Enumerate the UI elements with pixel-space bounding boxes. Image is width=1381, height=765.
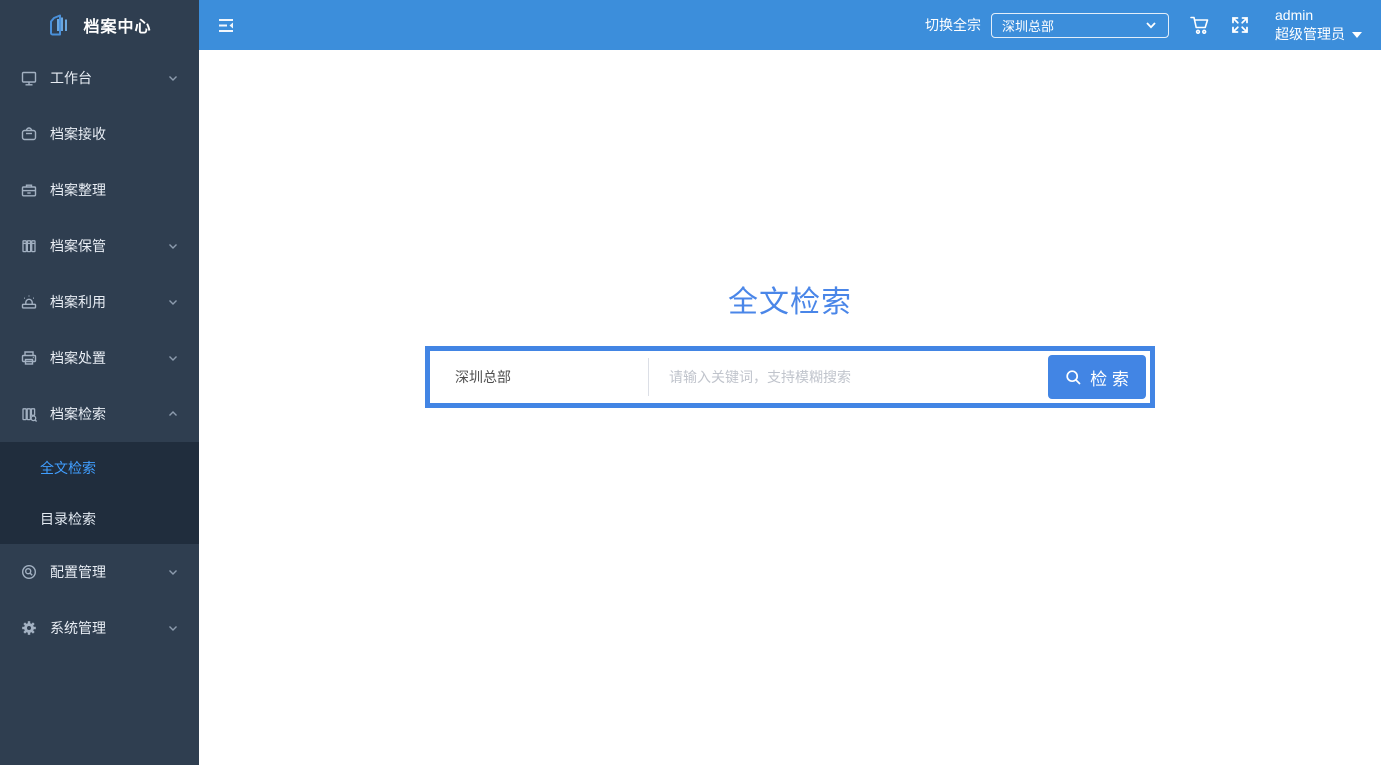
main-content: 全文检索 深圳总部 检 索 xyxy=(199,50,1381,765)
search-icon xyxy=(1065,369,1082,386)
topbar-right: 切换全宗 深圳总部 admin 超级管理员 xyxy=(925,6,1362,44)
sidebar-item-workbench[interactable]: 工作台 xyxy=(0,50,199,106)
sidebar-item-system-management[interactable]: 系统管理 xyxy=(0,600,199,656)
sidebar-item-archive-disposal[interactable]: 档案处置 xyxy=(0,330,199,386)
sidebar-item-label: 档案保管 xyxy=(50,238,106,254)
chevron-down-icon xyxy=(167,72,179,84)
chevron-up-icon xyxy=(167,408,179,420)
chevron-down-icon xyxy=(1144,18,1158,32)
search-input[interactable] xyxy=(649,351,1048,403)
user-menu[interactable]: admin 超级管理员 xyxy=(1275,6,1362,44)
sidebar-item-label: 档案整理 xyxy=(50,182,106,198)
stamp-icon xyxy=(20,293,38,311)
search-button-label: 检 索 xyxy=(1090,369,1129,389)
cart-button[interactable] xyxy=(1187,12,1213,38)
chevron-down-icon xyxy=(167,622,179,634)
sidebar-item-label: 档案接收 xyxy=(50,126,106,142)
chevron-down-icon xyxy=(167,240,179,252)
sidebar-item-label: 档案利用 xyxy=(50,294,106,310)
sidebar-item-archive-organize[interactable]: 档案整理 xyxy=(0,162,199,218)
topbar: 切换全宗 深圳总部 admin 超级管理员 xyxy=(199,0,1381,50)
user-role-row: 超级管理员 xyxy=(1275,25,1362,44)
books-icon xyxy=(20,237,38,255)
sidebar-item-catalog-search[interactable]: 目录检索 xyxy=(0,493,199,544)
fullscreen-icon xyxy=(1230,15,1250,35)
search-scope-select[interactable]: 深圳总部 xyxy=(430,351,648,403)
sidebar-item-label: 档案处置 xyxy=(50,350,106,366)
books-search-icon xyxy=(20,405,38,423)
sidebar: 档案中心 工作台 档案接收 档案整理 档案保管 档案利用 档案处置 档案检索 全… xyxy=(0,0,199,765)
inbox-bag-icon xyxy=(20,125,38,143)
search-scope-value: 深圳总部 xyxy=(455,369,511,385)
monitor-icon xyxy=(20,69,38,87)
menu-fold-icon xyxy=(216,15,237,36)
search-bar: 深圳总部 检 索 xyxy=(425,346,1155,408)
sidebar-item-archive-search[interactable]: 档案检索 xyxy=(0,386,199,442)
search-wrap: 深圳总部 检 索 xyxy=(199,346,1381,408)
caret-down-icon xyxy=(1352,31,1362,38)
user-role: 超级管理员 xyxy=(1275,26,1345,42)
sidebar-item-fulltext-search[interactable]: 全文检索 xyxy=(0,442,199,493)
fonds-select[interactable]: 深圳总部 xyxy=(991,12,1169,38)
fullscreen-button[interactable] xyxy=(1227,12,1253,38)
chevron-down-icon xyxy=(167,296,179,308)
archive-logo-icon xyxy=(47,12,73,38)
sidebar-item-label: 系统管理 xyxy=(50,620,106,636)
gear-icon xyxy=(20,619,38,637)
sidebar-item-archive-use[interactable]: 档案利用 xyxy=(0,274,199,330)
sidebar-submenu-archive-search: 全文检索 目录检索 xyxy=(0,442,199,544)
chevron-down-icon xyxy=(167,352,179,364)
sidebar-item-label: 档案检索 xyxy=(50,406,106,422)
app-root: 档案中心 工作台 档案接收 档案整理 档案保管 档案利用 档案处置 档案检索 全… xyxy=(0,0,1381,765)
submenu-item-label: 全文检索 xyxy=(40,459,96,476)
fonds-select-value: 深圳总部 xyxy=(1002,18,1055,34)
sidebar-item-label: 工作台 xyxy=(50,70,92,86)
page-title: 全文检索 xyxy=(728,286,852,319)
gear-search-icon xyxy=(20,563,38,581)
toolbox-icon xyxy=(20,181,38,199)
user-name: admin xyxy=(1275,7,1314,23)
submenu-item-label: 目录检索 xyxy=(40,510,96,527)
app-logo: 档案中心 xyxy=(0,0,199,50)
chevron-down-icon xyxy=(167,566,179,578)
sidebar-item-archive-storage[interactable]: 档案保管 xyxy=(0,218,199,274)
app-title: 档案中心 xyxy=(83,19,152,36)
sidebar-item-label: 配置管理 xyxy=(50,564,106,580)
sidebar-menu: 工作台 档案接收 档案整理 档案保管 档案利用 档案处置 档案检索 全文检索 目… xyxy=(0,50,199,656)
menu-fold-button[interactable] xyxy=(215,14,237,36)
printer-icon xyxy=(20,349,38,367)
search-button[interactable]: 检 索 xyxy=(1048,355,1146,399)
sidebar-item-config-management[interactable]: 配置管理 xyxy=(0,544,199,600)
cart-icon xyxy=(1188,13,1212,37)
sidebar-item-archive-receive[interactable]: 档案接收 xyxy=(0,106,199,162)
fonds-switch-label: 切换全宗 xyxy=(925,17,981,33)
